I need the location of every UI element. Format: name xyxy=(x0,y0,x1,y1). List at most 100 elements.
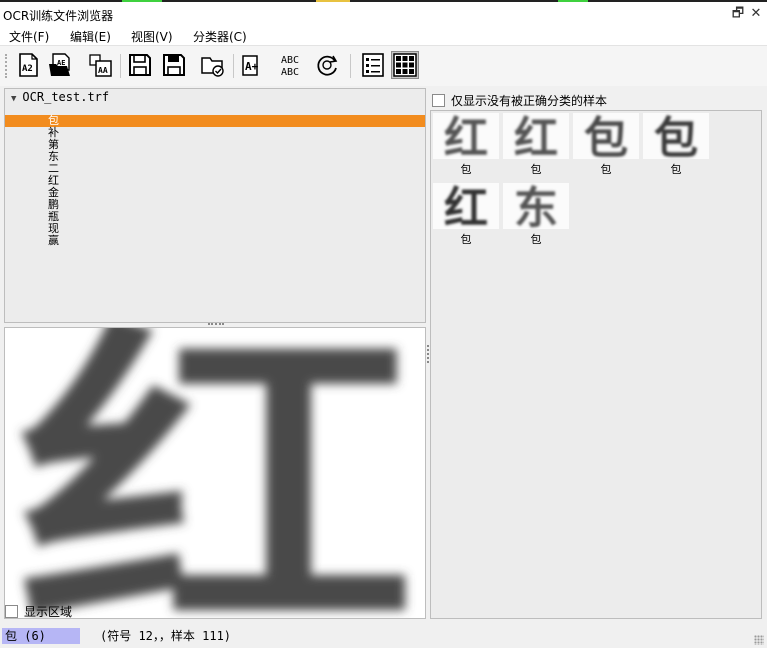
svg-text:A+: A+ xyxy=(245,60,259,73)
toolbar-separator xyxy=(120,54,121,78)
tree-item[interactable]: 瓶 xyxy=(5,211,425,223)
menu-file[interactable]: 文件(F) xyxy=(6,28,52,45)
tree-item[interactable]: 东 xyxy=(5,151,425,163)
resize-grip-icon[interactable] xyxy=(754,635,764,645)
show-region-checkbox[interactable]: 显示区域 xyxy=(5,603,73,619)
sample-image: 包 xyxy=(643,113,709,159)
sample-label: 包 xyxy=(530,163,542,176)
tree-item[interactable]: 二 xyxy=(5,163,425,175)
save-as-icon xyxy=(163,54,185,76)
sample-label: 包 xyxy=(460,163,472,176)
sample-image: 包 xyxy=(573,113,639,159)
title-bar: OCR训练文件浏览器 🗗 ✕ xyxy=(0,0,767,26)
tree-item[interactable]: 赢 xyxy=(5,235,425,247)
svg-text:AA: AA xyxy=(98,66,108,75)
tree-item[interactable]: 现 xyxy=(5,223,425,235)
save-icon xyxy=(129,54,151,76)
tree-item[interactable]: 金 xyxy=(5,187,425,199)
open-images-icon: AA xyxy=(89,54,112,77)
horizontal-splitter[interactable] xyxy=(208,323,224,326)
tree-item[interactable]: 鹏 xyxy=(5,199,425,211)
sample-label: 包 xyxy=(670,163,682,176)
refresh-classify-icon xyxy=(317,55,338,76)
svg-text:东: 东 xyxy=(514,183,558,229)
expand-arrow-icon[interactable]: ▼ xyxy=(11,94,16,104)
menu-classifier[interactable]: 分类器(C) xyxy=(190,28,250,45)
save-as-button[interactable] xyxy=(160,51,188,79)
abc-text-icon: ABC ABC xyxy=(281,55,299,78)
add-sample-icon: A+ xyxy=(242,55,259,76)
open-file-button[interactable]: A2 xyxy=(14,51,42,79)
status-selected-class: 包 (6) xyxy=(2,628,80,644)
sample-image: 红 xyxy=(433,183,499,229)
sample-image: 红 xyxy=(433,113,499,159)
svg-text:AE: AE xyxy=(57,59,65,67)
preview-glyph: 红 xyxy=(16,328,416,619)
sample-label: 包 xyxy=(600,163,612,176)
sample-label: 包 xyxy=(530,233,542,246)
show-region-checkbox-box[interactable] xyxy=(5,605,18,618)
tree-root-label: OCR_test.trf xyxy=(22,90,110,104)
tree-item-selected[interactable]: 包 xyxy=(5,115,425,127)
tree-item[interactable]: 第 xyxy=(5,139,425,151)
add-sample-button[interactable]: A+ xyxy=(240,51,268,79)
sample-thumbnail[interactable]: 红 包 xyxy=(503,113,569,176)
window-title: OCR训练文件浏览器 xyxy=(3,9,114,23)
samples-grid[interactable]: 红 包 红 包 包 包 包 包 红 包 东 包 xyxy=(430,110,762,619)
svg-text:红: 红 xyxy=(444,183,488,229)
show-region-label: 显示区域 xyxy=(24,605,73,619)
svg-text:红: 红 xyxy=(514,113,558,159)
menu-edit[interactable]: 编辑(E) xyxy=(67,28,114,45)
open-images-button[interactable]: AA xyxy=(86,51,114,79)
status-info: (符号 12，，样本 111) xyxy=(100,629,232,643)
svg-text:ABC: ABC xyxy=(281,67,299,78)
svg-text:包: 包 xyxy=(654,113,698,159)
title-accent-green-2 xyxy=(558,0,588,2)
preview-character: 红 xyxy=(16,328,416,619)
sample-label: 包 xyxy=(460,233,472,246)
svg-text:红: 红 xyxy=(444,113,488,159)
open-file-icon: A2 xyxy=(19,53,38,77)
toolbar: A2 AE AA A+ ABC ABC xyxy=(0,46,767,86)
restore-icon[interactable]: 🗗 xyxy=(730,6,746,22)
svg-text:A2: A2 xyxy=(22,64,33,74)
open-folder-icon: AE xyxy=(49,53,70,76)
sample-thumbnail[interactable]: 东 包 xyxy=(503,183,569,246)
vertical-splitter[interactable] xyxy=(427,345,429,363)
list-view-button[interactable] xyxy=(359,51,387,79)
tree-root[interactable]: ▼ OCR_test.trf xyxy=(11,90,109,106)
sample-thumbnail[interactable]: 红 包 xyxy=(433,113,499,176)
title-accent-green xyxy=(122,0,162,2)
title-accent-yellow xyxy=(316,0,350,2)
sample-thumbnail[interactable]: 包 包 xyxy=(643,113,709,176)
abc-text-button[interactable]: ABC ABC xyxy=(279,51,307,79)
sample-thumbnail[interactable]: 包 包 xyxy=(573,113,639,176)
menu-bar: 文件(F) 编辑(E) 视图(V) 分类器(C) xyxy=(0,26,767,46)
folder-check-button[interactable] xyxy=(199,51,227,79)
sample-preview: 红 显示区域 xyxy=(4,327,426,619)
open-folder-button[interactable]: AE xyxy=(46,51,74,79)
tree-item[interactable]: 红 xyxy=(5,175,425,187)
misclassified-filter-box[interactable] xyxy=(432,94,445,107)
menu-view[interactable]: 视图(V) xyxy=(128,28,176,45)
toolbar-separator-3 xyxy=(350,54,351,78)
close-icon[interactable]: ✕ xyxy=(748,6,764,22)
toolbar-grip[interactable] xyxy=(5,54,8,78)
tree-item[interactable]: 补 xyxy=(5,127,425,139)
sample-image: 红 xyxy=(503,113,569,159)
sample-thumbnail[interactable]: 红 包 xyxy=(433,183,499,246)
svg-text:ABC: ABC xyxy=(281,55,299,66)
save-button[interactable] xyxy=(126,51,154,79)
misclassified-filter-checkbox[interactable]: 仅显示没有被正确分类的样本 xyxy=(432,92,607,109)
folder-check-icon xyxy=(201,57,224,77)
class-tree[interactable]: ▼ OCR_test.trf 包 补 第 东 二 红 金 鹏 瓶 现 赢 xyxy=(4,88,426,323)
status-bar: 包 (6) (符号 12，，样本 111) xyxy=(0,624,767,648)
list-view-icon xyxy=(362,53,384,77)
refresh-classify-button[interactable] xyxy=(313,51,341,79)
grid-view-icon xyxy=(393,53,417,77)
misclassified-filter-label: 仅显示没有被正确分类的样本 xyxy=(451,94,608,108)
svg-text:包: 包 xyxy=(584,113,628,159)
toolbar-separator-2 xyxy=(233,54,234,78)
sample-image: 东 xyxy=(503,183,569,229)
grid-view-button[interactable] xyxy=(391,51,419,79)
